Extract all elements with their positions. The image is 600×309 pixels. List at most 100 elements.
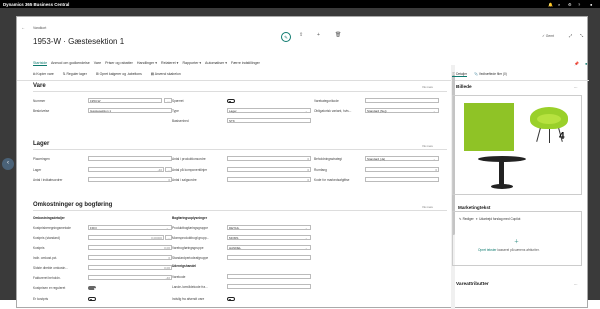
cost-adjusted-toggle[interactable] [88,286,96,290]
adjust-inventory-button[interactable]: ⇅ Reguler lager [63,72,91,76]
shelf-field[interactable] [88,156,172,161]
search-icon[interactable]: ⌕ [558,2,560,7]
section-vare-title[interactable]: Vare [33,83,46,89]
field-label: Lager [33,168,42,172]
copy-item-button[interactable]: ⧉ Kopier vare [33,72,58,76]
vat-prod-posting-select[interactable]: MOMS [227,235,311,240]
lager-show-more[interactable]: Vis mere [422,144,433,148]
chair-leg [549,129,550,143]
tab-startside[interactable]: Startside [33,61,48,66]
field-label: Basisenhed [172,119,189,123]
item-category-field[interactable] [365,98,439,103]
subsection-posting: Bogføringsoplysninger [172,216,208,220]
gear-icon[interactable]: ⚙ [568,2,572,7]
share-icon[interactable]: ⇪ [299,32,303,38]
tab-related[interactable]: Relateret ▾ [161,61,178,65]
assist-edit-button[interactable]: … [165,167,172,172]
nav-prev-button[interactable]: ‹ [2,158,14,170]
create-variants-label: Opret kalgerer og -tabeltons [99,72,142,76]
subsection-foreign-trade: Udenrigshandel [172,264,197,268]
section-lager-title[interactable]: Lager [33,141,49,147]
blocked-toggle[interactable] [227,99,235,103]
tab-attachments[interactable]: 📎 Vedhæftede filer (0) [474,72,507,76]
qty-production-field: 0 [227,156,311,161]
tab-reports[interactable]: Rapporter ▾ [182,61,201,65]
tab-approval[interactable]: Anmod om godkendelse [51,61,90,65]
standard-cost-field[interactable]: 0,00000 [88,235,164,240]
tab-fewer-options[interactable]: Færre indstillinger [231,61,260,65]
assist-edit-button[interactable]: … [165,235,172,240]
tab-automate[interactable]: Automatiser ▾ [205,61,227,65]
help-icon[interactable]: ? [578,2,580,7]
vare-show-more[interactable]: Vis mere [422,85,433,89]
exclude-toggle[interactable] [227,297,235,301]
inventory-field[interactable]: -40 [88,167,164,172]
description-field[interactable]: Gæstesektion 1 [88,108,172,113]
copilot-button[interactable]: ✦ Udarbejd forslag med Copilot [476,217,521,221]
last-direct-cost-field[interactable]: 0,00 [88,265,172,270]
section-costs-title[interactable]: Omkostninger og bogføring [33,202,112,208]
field-label: Rumfang [314,168,327,172]
create-text-link[interactable]: Opret tekster [478,248,496,252]
edit-marketing-button[interactable]: ✎ Rediger [459,217,474,221]
costing-method-select[interactable]: FIFO [88,225,172,230]
field-label: Beskrivelse [33,109,50,113]
more-options-icon[interactable]: ⋯ [574,283,578,287]
costs-show-more[interactable]: Vis mere [422,205,433,209]
assist-edit-button[interactable]: … [164,98,172,103]
action-bar: ⧉ Kopier vare ⇅ Reguler lager ⊞ Opret ka… [33,72,189,76]
chevron-down-icon: ⌄ [305,246,308,250]
field-label: Type [172,109,179,113]
divider [33,91,447,92]
edit-marketing-label: Rediger [462,217,474,221]
factbox-tabs: ⓘ Detaljer 📎 Vedhæftede filer (0) [452,71,507,77]
inventory-posting-select[interactable]: HANDEL [227,245,311,250]
marketing-title[interactable]: Marketingtekst [458,205,490,210]
tab-prices[interactable]: Priser og rabatter [105,61,133,65]
tab-attachments-label: Vedhæftede filer (0) [478,72,507,76]
back-arrow-icon[interactable]: ← [21,25,25,30]
avatar[interactable]: ● [590,2,592,7]
divider [33,210,447,211]
inventory-strategy-select[interactable]: Standard (Ja) [365,156,439,161]
divider [17,80,589,81]
tab-actions[interactable]: Handlinger ▾ [137,61,157,65]
add-icon[interactable]: + [317,32,320,38]
side-table-base [491,184,513,189]
tab-details-label: Detaljer [456,72,468,76]
number-field[interactable]: 1953-W [88,98,162,103]
tab-details[interactable]: ⓘ Detaljer [452,72,468,77]
tab-item[interactable]: Vare [94,61,101,65]
apply-template-button[interactable]: ▤ Anvend skabelon [151,72,185,76]
type-select[interactable]: Lager [227,108,311,113]
create-variants-button[interactable]: ⊞ Opret kalgerer og -tabeltons [96,72,146,76]
deferral-template-field[interactable] [227,255,311,260]
add-icon[interactable]: ＋ [514,238,519,245]
qty-purchase-field: 0 [88,177,172,182]
apply-template-label: Anvend skabelon [154,72,181,76]
picture-title[interactable]: Billede [456,85,472,90]
market-fee-field[interactable] [365,177,439,182]
more-options-icon[interactable]: ⋯ [574,86,578,90]
field-label: Standardperiodeafgruppe [172,256,209,260]
pin-icon[interactable]: 📌 [574,61,579,66]
cost-toggle[interactable] [88,297,96,301]
field-label: Varekode [172,275,186,279]
unit-cost-field[interactable]: 0,00 [88,245,172,250]
marketing-empty-text: Opret tekster kasserel på uærens afrtiur… [478,248,540,252]
tariff-no-field[interactable] [227,274,311,279]
field-label: Antal i salgsordre [172,178,197,182]
delete-icon[interactable]: 🗑 [335,32,341,38]
bell-icon[interactable]: 🔔 [548,2,553,7]
attributes-title[interactable]: Vareattributter [456,282,489,287]
volume-field[interactable]: 0 [365,167,439,172]
variant-mandatory-select[interactable]: Standard (Nej) [365,108,439,113]
open-new-window-icon[interactable]: ⤢ [569,33,572,38]
collapse-icon[interactable]: ⤡ [580,33,583,38]
chair-cushion [537,114,561,124]
indirect-cost-field[interactable]: 0 [88,255,172,260]
base-unit-field[interactable]: STK [227,118,311,123]
country-origin-field[interactable] [227,284,311,289]
gen-prod-posting-select[interactable]: DETAIL [227,225,311,230]
edit-icon[interactable]: ✎ [281,32,291,42]
